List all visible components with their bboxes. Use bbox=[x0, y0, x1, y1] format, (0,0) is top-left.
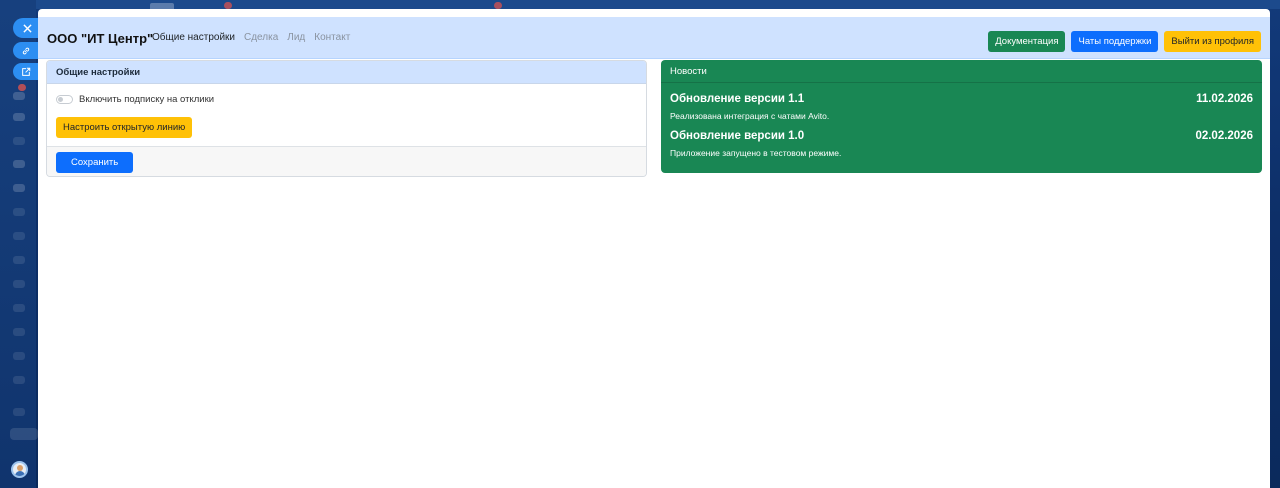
news-item-text: Реализована интеграция с чатами Avito. bbox=[670, 111, 830, 121]
bg-menu-item bbox=[13, 92, 25, 100]
support-chats-button[interactable]: Чаты поддержки bbox=[1071, 31, 1159, 52]
bg-menu-item bbox=[13, 352, 25, 360]
settings-card-footer: Сохранить bbox=[47, 146, 646, 176]
documentation-button[interactable]: Документация bbox=[988, 31, 1066, 52]
brand-title: ООО "ИТ Центр" bbox=[47, 31, 154, 46]
background-topbar bbox=[36, 0, 1280, 9]
subscription-toggle-row: Включить подписку на отклики bbox=[56, 94, 637, 105]
avatar-body bbox=[15, 471, 25, 476]
news-item: Обновление версии 1.0 02.02.2026 Приложе… bbox=[661, 130, 1262, 158]
nav-link-contact[interactable]: Контакт bbox=[314, 32, 350, 43]
news-card-title: Новости bbox=[661, 60, 1262, 83]
app-navbar: ООО "ИТ Центр" Общие настройки Сделка Ли… bbox=[38, 17, 1270, 59]
bg-bottom-control bbox=[10, 428, 38, 440]
link-icon bbox=[21, 46, 31, 56]
news-item-title: Обновление версии 1.0 bbox=[670, 130, 805, 142]
app-panel: ООО "ИТ Центр" Общие настройки Сделка Ли… bbox=[38, 9, 1270, 488]
bg-menu-item bbox=[13, 113, 25, 121]
bg-menu-item bbox=[13, 184, 25, 192]
settings-card-body: Включить подписку на отклики Настроить о… bbox=[47, 84, 646, 146]
nav-links: Общие настройки Сделка Лид Контакт bbox=[152, 32, 350, 43]
subscription-toggle-label[interactable]: Включить подписку на отклики bbox=[79, 94, 214, 105]
avatar[interactable] bbox=[11, 461, 28, 478]
nav-link-general-settings[interactable]: Общие настройки bbox=[152, 32, 235, 43]
nav-link-lead[interactable]: Лид bbox=[287, 32, 305, 43]
logout-button[interactable]: Выйти из профиля bbox=[1164, 31, 1261, 52]
bg-menu-item bbox=[13, 280, 25, 288]
news-card: Новости Обновление версии 1.1 11.02.2026… bbox=[661, 60, 1262, 173]
open-new-window-button[interactable] bbox=[13, 63, 39, 80]
bg-menu-item bbox=[13, 160, 25, 168]
configure-open-line-button[interactable]: Настроить открытую линию bbox=[56, 117, 193, 138]
external-link-icon bbox=[21, 67, 31, 77]
bg-menu-item bbox=[13, 376, 25, 384]
bg-notification-badge bbox=[494, 2, 502, 9]
bg-menu-item bbox=[13, 408, 25, 416]
bg-notification-badge bbox=[224, 2, 232, 9]
bg-menu-item bbox=[13, 232, 25, 240]
news-item-date: 11.02.2026 bbox=[1196, 93, 1253, 105]
news-item-date: 02.02.2026 bbox=[1195, 130, 1253, 142]
bg-menu-item bbox=[13, 328, 25, 336]
bg-notification-badge bbox=[18, 84, 26, 91]
bg-menu-item bbox=[13, 208, 25, 216]
close-slider-button[interactable] bbox=[13, 18, 41, 38]
nav-buttons: Документация Чаты поддержки Выйти из про… bbox=[988, 31, 1261, 52]
news-item-title: Обновление версии 1.1 bbox=[670, 93, 805, 105]
save-button[interactable]: Сохранить bbox=[56, 152, 134, 173]
bg-menu-item bbox=[13, 304, 25, 312]
nav-link-deal[interactable]: Сделка bbox=[244, 32, 278, 43]
bg-menu-item bbox=[13, 256, 25, 264]
copy-link-button[interactable] bbox=[13, 42, 39, 59]
bg-menu-item bbox=[13, 137, 25, 145]
settings-card: Общие настройки Включить подписку на отк… bbox=[46, 60, 647, 177]
settings-card-title: Общие настройки bbox=[47, 61, 646, 84]
close-icon bbox=[22, 23, 32, 33]
news-item-text: Приложение запущено в тестовом режиме. bbox=[670, 148, 842, 158]
subscription-toggle[interactable] bbox=[56, 95, 73, 104]
news-item: Обновление версии 1.1 11.02.2026 Реализо… bbox=[661, 93, 1262, 121]
